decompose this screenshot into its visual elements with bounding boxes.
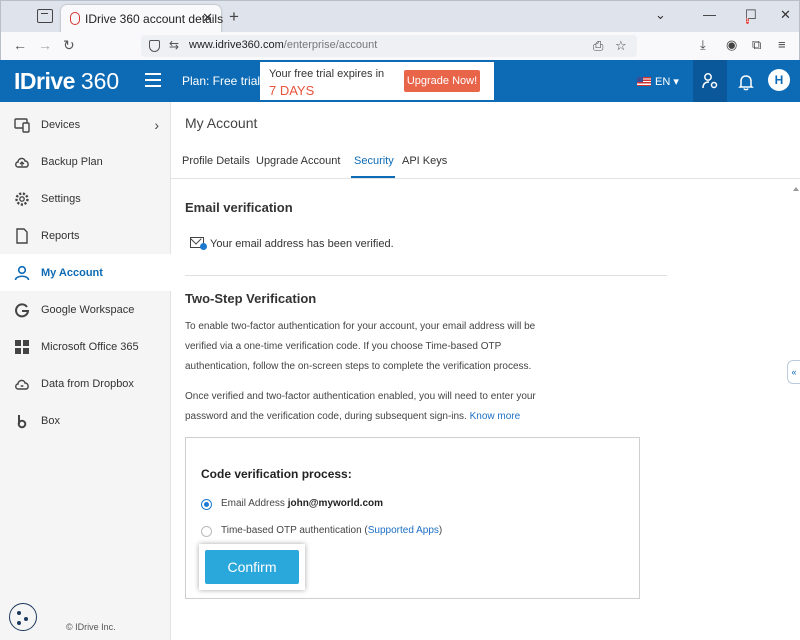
account-icon[interactable]: ◉ — [726, 37, 737, 53]
email-status: Your email address has been verified. — [210, 238, 394, 250]
notification-badge: 1 — [746, 18, 750, 24]
code-verification-box: Code verification process: Email Address… — [185, 437, 640, 599]
chevron-right-icon: › — [154, 117, 159, 133]
document-icon — [16, 228, 28, 244]
sidebar-item-my-account[interactable]: My Account — [0, 254, 171, 291]
tab-api-keys[interactable]: API Keys — [402, 155, 447, 167]
url-text[interactable]: www.idrive360.com/enterprise/account — [189, 39, 377, 51]
tab-security[interactable]: Security — [354, 155, 394, 167]
tab-list-icon[interactable] — [37, 9, 53, 23]
close-window-icon[interactable]: ✕ — [780, 7, 791, 23]
user-gear-icon — [702, 73, 718, 89]
sidebar-item-backup-plan[interactable]: Backup Plan — [0, 143, 171, 180]
tab-profile-details[interactable]: Profile Details — [182, 155, 250, 167]
confirm-button[interactable]: Confirm — [205, 550, 299, 584]
know-more-link[interactable]: Know more — [470, 411, 521, 422]
two-step-note: Once verified and two-factor authenticat… — [185, 391, 536, 422]
main-content: My Account Profile Details Upgrade Accou… — [171, 102, 800, 640]
reload-icon[interactable]: ↻ — [63, 37, 75, 54]
confirm-highlight: Confirm — [199, 544, 305, 590]
cloud-dropbox-icon — [15, 379, 29, 390]
section-divider — [185, 275, 667, 276]
google-icon — [15, 303, 30, 318]
forward-icon[interactable]: → — [38, 37, 52, 53]
cookie-settings-icon[interactable] — [9, 603, 37, 631]
gear-icon — [15, 192, 29, 206]
browser-tab-bar: IDrive 360 account details ✕ + ⌄ — ☐ ✕ — [0, 0, 800, 33]
sidebar: Devices › Backup Plan Settings Reports M… — [0, 102, 171, 640]
shield-icon[interactable] — [149, 40, 160, 52]
verified-check-icon — [200, 243, 207, 250]
copyright: © IDrive Inc. — [66, 622, 116, 632]
sidebar-item-devices[interactable]: Devices › — [0, 106, 171, 143]
supported-apps-link[interactable]: Supported Apps — [368, 525, 439, 536]
plan-label: Plan: Free trial — [182, 74, 261, 88]
devices-icon — [14, 118, 30, 133]
tab-close-icon[interactable]: ✕ — [202, 10, 213, 26]
browser-tab[interactable]: IDrive 360 account details ✕ — [61, 5, 223, 33]
scroll-up-arrow[interactable] — [793, 187, 799, 191]
permissions-icon[interactable]: ⇆ — [169, 38, 179, 52]
sidebar-item-dropbox[interactable]: Data from Dropbox — [0, 365, 171, 402]
side-panel-toggle-icon[interactable]: « — [787, 360, 800, 384]
new-tab-icon[interactable]: + — [229, 7, 239, 27]
reader-view-icon[interactable]: ⎙ — [593, 38, 603, 54]
radio-totp-label[interactable]: Time-based OTP authentication (Supported… — [221, 525, 442, 536]
downloads-icon[interactable]: ⤓ — [700, 37, 706, 53]
url-bar[interactable]: ⇆ www.idrive360.com/enterprise/account ⎙… — [141, 35, 637, 57]
two-step-heading: Two-Step Verification — [185, 291, 317, 306]
windows-icon — [15, 340, 29, 354]
upgrade-now-button[interactable]: Upgrade Now! — [404, 70, 480, 92]
hamburger-menu-icon[interactable] — [145, 73, 161, 87]
user-settings-button[interactable] — [693, 60, 727, 102]
extensions-icon[interactable]: ⧉ — [752, 37, 761, 53]
menu-icon[interactable]: ≡ — [778, 37, 786, 52]
page-title: My Account — [185, 115, 258, 131]
sidebar-item-settings[interactable]: Settings — [0, 180, 171, 217]
radio-email[interactable] — [201, 499, 212, 510]
sidebar-item-office-365[interactable]: Microsoft Office 365 — [0, 328, 171, 365]
us-flag-icon — [637, 77, 651, 86]
trial-banner: Your free trial expires in 7 DAYS Upgrad… — [260, 62, 494, 100]
back-icon[interactable]: ← — [13, 37, 27, 53]
box-icon — [17, 415, 27, 429]
tab-overflow-chevron-icon[interactable]: ⌄ — [655, 7, 666, 23]
user-icon — [14, 265, 30, 281]
sidebar-item-google-workspace[interactable]: Google Workspace — [0, 291, 171, 328]
email-verification-heading: Email verification — [185, 200, 293, 215]
idrive-favicon-icon — [70, 12, 80, 25]
account-tabs: Profile Details Upgrade Account Security… — [171, 144, 800, 179]
two-step-description: To enable two-factor authentication for … — [185, 321, 536, 372]
cloud-upload-icon — [15, 157, 29, 168]
language-selector[interactable]: EN ▾ — [637, 75, 679, 88]
sidebar-item-reports[interactable]: Reports — [0, 217, 171, 254]
code-verification-title: Code verification process: — [201, 467, 352, 481]
minimize-icon[interactable]: — — [703, 7, 716, 22]
idrive-logo[interactable]: IDrive 360 — [14, 68, 119, 95]
sidebar-item-box[interactable]: Box — [0, 402, 171, 439]
avatar[interactable]: H — [768, 69, 790, 91]
bookmark-star-icon[interactable]: ☆ — [615, 38, 627, 54]
trial-text: Your free trial expires in — [269, 68, 385, 80]
active-tab-indicator — [351, 176, 395, 178]
app-header: IDrive 360 Plan: Free trial Your free tr… — [0, 18, 800, 102]
tab-upgrade-account[interactable]: Upgrade Account — [256, 155, 340, 167]
radio-totp[interactable] — [201, 526, 212, 537]
radio-email-label[interactable]: Email Address john@myworld.com — [221, 498, 383, 509]
bell-icon[interactable] — [737, 73, 755, 91]
browser-nav-bar: ← → ↻ ⇆ www.idrive360.com/enterprise/acc… — [0, 32, 800, 60]
trial-days: 7 DAYS — [269, 83, 315, 98]
